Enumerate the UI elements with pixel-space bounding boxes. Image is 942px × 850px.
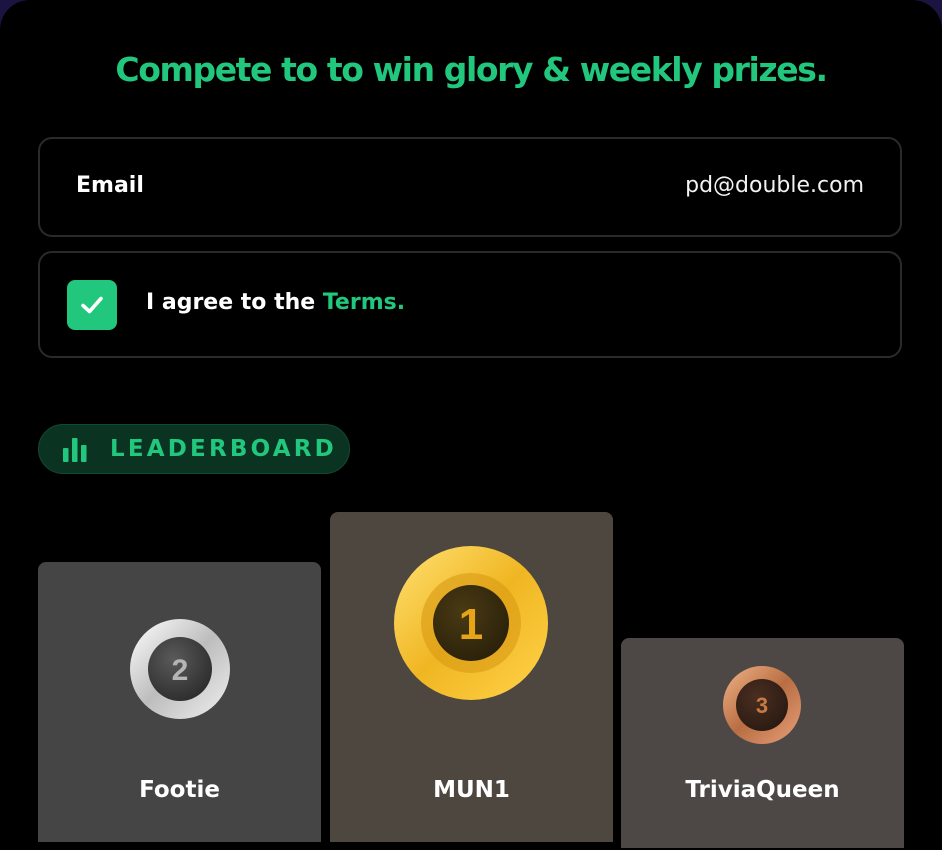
leaderboard-badge: LEADERBOARD bbox=[38, 424, 350, 474]
terms-text: I agree to the Terms. bbox=[146, 290, 405, 315]
rank-3-number: 3 bbox=[756, 693, 768, 718]
gold-medal-icon: 1 bbox=[394, 546, 548, 700]
app-frame: Compete to to win glory & weekly prizes.… bbox=[0, 0, 942, 850]
terms-agreement-row: I agree to the Terms. bbox=[38, 251, 902, 358]
rank-1-number: 1 bbox=[459, 600, 483, 649]
podium-second-place[interactable]: 2 Footie bbox=[38, 562, 321, 842]
email-field[interactable]: Email pd@double.com bbox=[38, 137, 902, 237]
bar-chart-icon bbox=[63, 438, 87, 462]
email-label: Email bbox=[76, 173, 144, 198]
terms-checkbox[interactable] bbox=[67, 280, 117, 330]
podium-first-place[interactable]: 1 MUN1 bbox=[330, 512, 613, 842]
terms-link[interactable]: Terms. bbox=[323, 290, 405, 315]
rank-2-number: 2 bbox=[172, 654, 189, 687]
email-value[interactable]: pd@double.com bbox=[685, 173, 864, 198]
player-name-first: MUN1 bbox=[433, 777, 510, 803]
bronze-medal-icon: 3 bbox=[723, 666, 801, 744]
terms-prefix: I agree to the bbox=[146, 290, 323, 315]
player-name-third: TriviaQueen bbox=[685, 777, 840, 803]
page-headline: Compete to to win glory & weekly prizes. bbox=[115, 50, 828, 89]
player-name-second: Footie bbox=[139, 777, 220, 803]
silver-medal-icon: 2 bbox=[130, 619, 230, 719]
podium-third-place[interactable]: 3 TriviaQueen bbox=[621, 638, 904, 848]
check-icon bbox=[81, 296, 103, 314]
leaderboard-label: LEADERBOARD bbox=[110, 436, 337, 462]
